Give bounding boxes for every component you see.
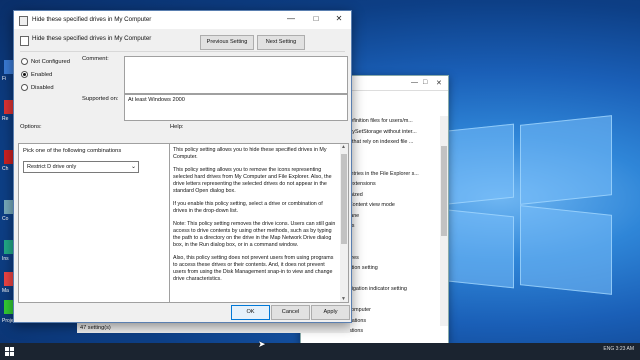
desktop-icon-label: Co	[2, 216, 9, 222]
divider	[20, 51, 345, 52]
comment-label: Comment:	[82, 56, 109, 62]
options-prompt: Pick one of the following combinations	[23, 148, 122, 154]
list-item[interactable]: t	[343, 274, 439, 285]
list-item[interactable]	[343, 295, 439, 306]
list-item[interactable]: y Computer	[343, 305, 439, 316]
drive-combination-dropdown[interactable]: Restrict D drive only ⌄	[23, 161, 139, 173]
options-panel: Pick one of the following combinations R…	[18, 143, 170, 303]
scrollbar-thumb[interactable]	[441, 146, 447, 236]
help-label: Help:	[170, 124, 184, 130]
minimize-icon[interactable]: —	[411, 79, 418, 86]
list-item[interactable]	[343, 158, 439, 169]
policy-list: y definition files for users/m... pertyS…	[343, 116, 439, 337]
radio-enabled[interactable]: Enabled	[21, 71, 52, 78]
cancel-button[interactable]: Cancel	[271, 305, 310, 320]
list-item[interactable]: in Content view mode	[343, 200, 439, 211]
radio-icon[interactable]	[21, 58, 28, 65]
status-bar: 47 setting(s)	[77, 322, 350, 333]
supported-on-value: At least Windows 2000	[128, 97, 185, 103]
list-item[interactable]: Locations	[343, 316, 439, 327]
help-paragraph: This policy setting allows you to remove…	[173, 167, 332, 194]
list-item[interactable]: y definition files for users/m...	[343, 116, 439, 127]
help-paragraph: Note: This policy setting removes the dr…	[173, 221, 336, 248]
list-item[interactable]: s pane	[343, 211, 439, 222]
radio-selected-icon[interactable]	[21, 71, 28, 78]
help-scrollbar[interactable]: ▲ ▼	[340, 144, 348, 302]
list-item[interactable]: imation setting	[343, 263, 439, 274]
start-icon[interactable]	[5, 347, 14, 356]
radio-disabled[interactable]: Disabled	[21, 84, 54, 91]
list-item[interactable]: inimized	[343, 190, 439, 201]
desktop-icon-label: Ma	[2, 288, 9, 294]
list-item[interactable]: h entries in the File Explorer s...	[343, 169, 439, 180]
supported-on-field: At least Windows 2000	[124, 94, 348, 121]
help-paragraph: Also, this policy setting does not preve…	[173, 255, 334, 282]
chevron-down-icon[interactable]: ⌄	[131, 162, 136, 172]
radio-label: Disabled	[31, 85, 54, 92]
list-item[interactable]	[343, 242, 439, 253]
policy-dialog: Hide these specified drives in My Comput…	[13, 10, 352, 323]
vertical-scrollbar[interactable]	[440, 116, 448, 326]
desktop-icon-label: Re	[2, 116, 9, 122]
radio-label: Enabled	[31, 72, 53, 79]
list-item[interactable]: ell extensions	[343, 179, 439, 190]
list-item[interactable]: navigation indicator setting	[343, 284, 439, 295]
comment-field[interactable]	[124, 56, 348, 94]
list-item[interactable]	[343, 232, 439, 243]
close-icon[interactable]: ✕	[436, 79, 442, 87]
radio-icon[interactable]	[21, 84, 28, 91]
dropdown-value: Restrict D drive only	[27, 164, 77, 170]
scroll-down-icon[interactable]: ▼	[341, 296, 346, 302]
previous-setting-button[interactable]: Previous Setting	[200, 35, 254, 50]
mouse-cursor-icon: ➤	[258, 339, 266, 349]
list-item[interactable]: ocations	[343, 326, 439, 337]
scrollbar-thumb[interactable]	[341, 154, 347, 244]
list-item[interactable]: tings	[343, 221, 439, 232]
list-item[interactable]: ictures	[343, 253, 439, 264]
supported-on-label: Supported on:	[82, 96, 119, 102]
list-item[interactable]: pertySetStorage without inter...	[343, 127, 439, 138]
setting-title: Hide these specified drives in My Comput…	[32, 35, 152, 42]
help-paragraph: This policy setting allows you to hide t…	[173, 147, 327, 160]
list-item[interactable]: res that rely on indexed file ...	[343, 137, 439, 148]
options-label: Options:	[20, 124, 42, 130]
system-tray-clock[interactable]: ENG 3:23 AM	[603, 346, 634, 352]
taskbar: ENG 3:23 AM	[0, 343, 640, 360]
desktop-icon-label: Ch	[2, 166, 9, 172]
desktop-icon-label: Ins	[2, 256, 9, 262]
minimize-icon[interactable]: —	[284, 14, 298, 23]
desktop-icon-label: Fi	[2, 76, 7, 82]
policy-icon	[19, 16, 28, 26]
maximize-icon[interactable]: □	[423, 79, 427, 86]
radio-not-configured[interactable]: Not Configured	[21, 58, 70, 65]
setting-icon	[20, 36, 29, 46]
next-setting-button[interactable]: Next Setting	[257, 35, 305, 50]
dialog-titlebar[interactable]: Hide these specified drives in My Comput…	[14, 11, 351, 29]
help-panel: This policy setting allows you to hide t…	[169, 143, 349, 303]
apply-button[interactable]: Apply	[311, 305, 350, 320]
maximize-icon[interactable]: □	[309, 14, 323, 23]
close-icon[interactable]: ✕	[332, 14, 346, 23]
scroll-up-icon[interactable]: ▲	[341, 144, 346, 150]
help-text: This policy setting allows you to hide t…	[173, 147, 338, 289]
radio-label: Not Configured	[31, 59, 70, 66]
ok-button[interactable]: OK	[231, 305, 270, 320]
help-paragraph: If you enable this policy setting, selec…	[173, 201, 323, 214]
list-item[interactable]	[343, 148, 439, 159]
windows-logo	[430, 115, 612, 295]
dialog-title: Hide these specified drives in My Comput…	[32, 16, 152, 23]
